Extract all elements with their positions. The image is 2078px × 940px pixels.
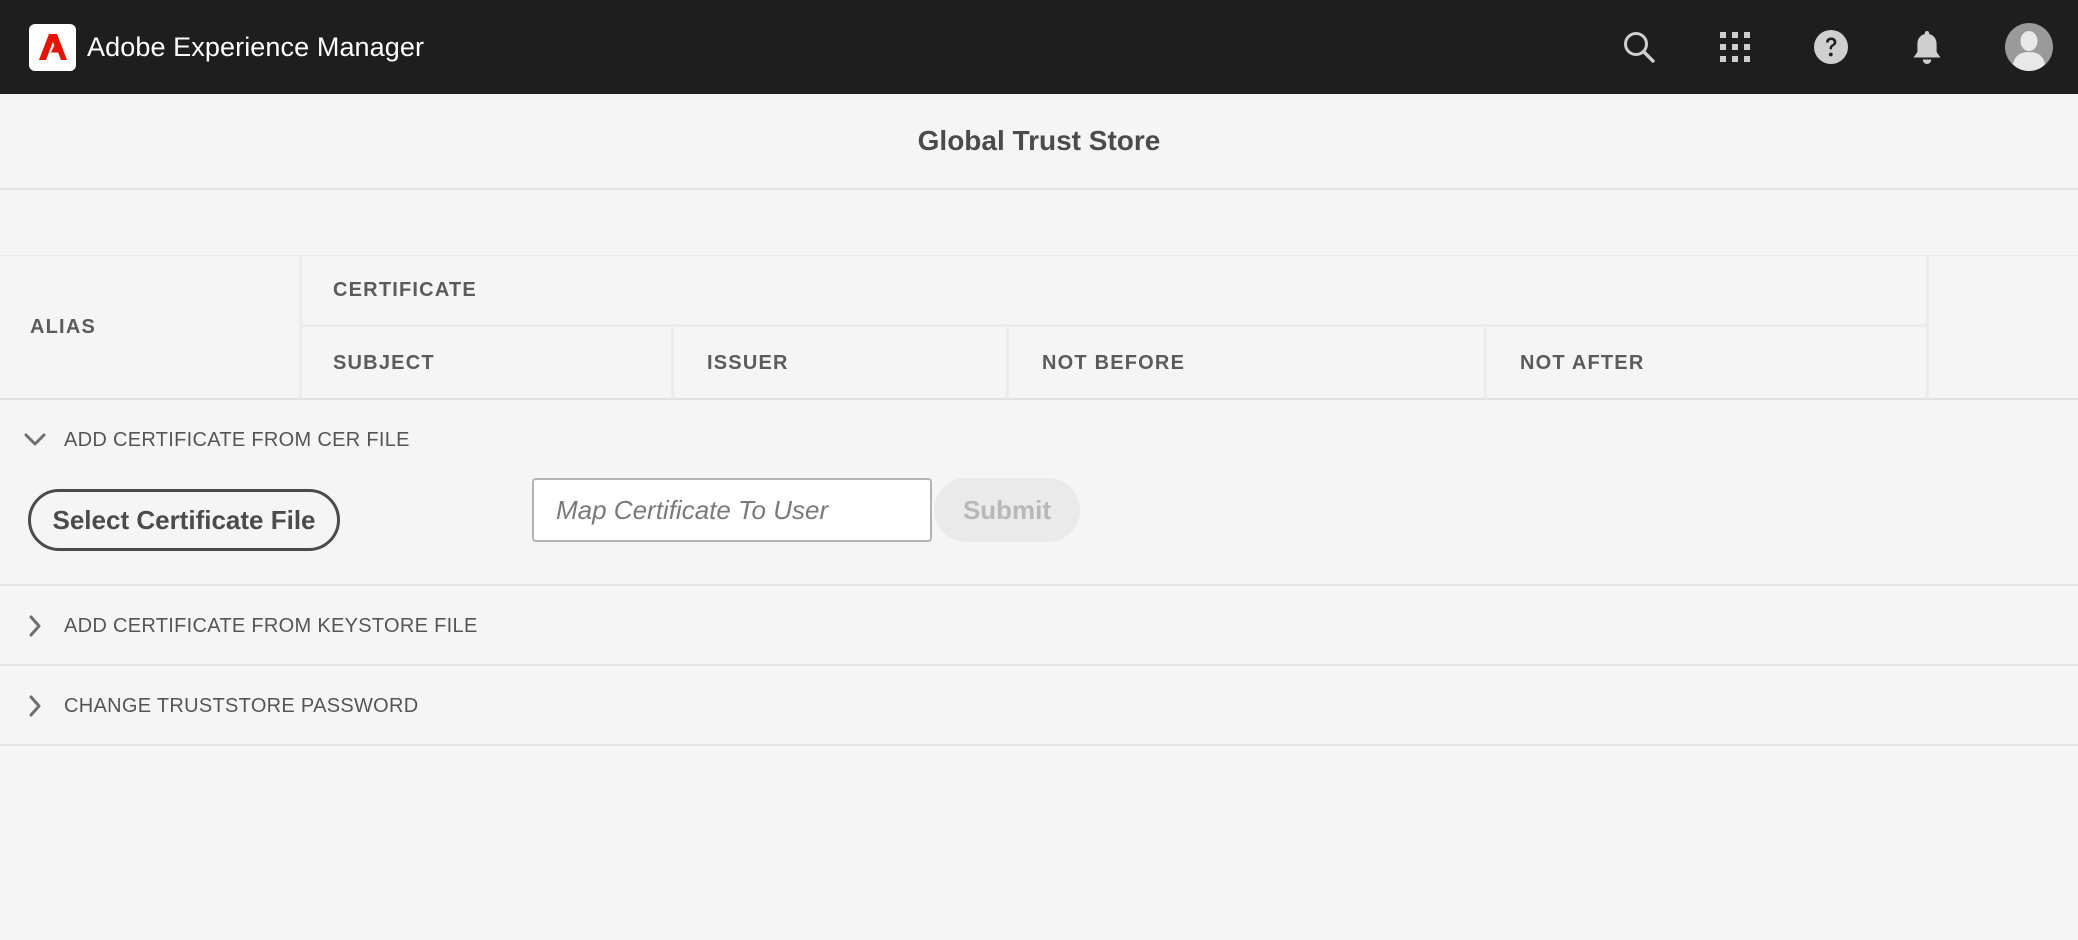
- column-divider: [1926, 256, 1929, 399]
- accordion-header-change-password[interactable]: CHANGE TRUSTSTORE PASSWORD: [0, 666, 2078, 746]
- chevron-right-icon: [24, 695, 46, 717]
- submit-button[interactable]: Submit: [934, 478, 1080, 542]
- column-divider: [1006, 327, 1009, 399]
- help-icon[interactable]: [1807, 23, 1855, 71]
- accordion-keystore-file: ADD CERTIFICATE FROM KEYSTORE FILE: [0, 586, 2078, 666]
- accordion-label: ADD CERTIFICATE FROM KEYSTORE FILE: [64, 614, 478, 637]
- column-header-alias[interactable]: ALIAS: [30, 256, 96, 399]
- column-divider: [299, 256, 302, 399]
- column-header-issuer[interactable]: ISSUER: [707, 327, 789, 399]
- column-header-subject[interactable]: SUBJECT: [333, 327, 435, 399]
- column-header-certificate: CERTIFICATE: [333, 278, 477, 301]
- chevron-down-icon: [24, 429, 46, 451]
- page-title: Global Trust Store: [917, 125, 1161, 156]
- adobe-logo-icon: [29, 23, 76, 71]
- app-shell: Adobe Experience Manager Global Trust St…: [0, 0, 2078, 940]
- column-header-not-before[interactable]: NOT BEFORE: [1042, 327, 1185, 399]
- column-divider: [671, 327, 674, 399]
- chevron-right-icon: [24, 615, 46, 637]
- avatar[interactable]: [2004, 22, 2054, 72]
- app-name: Adobe Experience Manager: [87, 31, 425, 62]
- apps-grid-icon[interactable]: [1711, 23, 1759, 71]
- column-divider: [1484, 327, 1487, 399]
- bell-icon[interactable]: [1903, 23, 1951, 71]
- certificate-table-header: ALIAS CERTIFICATE SUBJECT ISSUER NOT BEF…: [0, 255, 2078, 400]
- brand[interactable]: Adobe Experience Manager: [29, 23, 425, 71]
- accordion-header-cer-file[interactable]: ADD CERTIFICATE FROM CER FILE: [0, 400, 2078, 480]
- accordion-header-keystore-file[interactable]: ADD CERTIFICATE FROM KEYSTORE FILE: [0, 586, 2078, 666]
- accordion-change-password: CHANGE TRUSTSTORE PASSWORD: [0, 666, 2078, 746]
- select-certificate-file-button[interactable]: Select Certificate File: [28, 489, 340, 551]
- accordion-label: ADD CERTIFICATE FROM CER FILE: [64, 428, 410, 451]
- column-header-not-after[interactable]: NOT AFTER: [1520, 327, 1645, 399]
- map-certificate-to-user-input[interactable]: [532, 478, 932, 542]
- title-bar: Global Trust Store: [0, 94, 2078, 190]
- search-icon[interactable]: [1615, 23, 1663, 71]
- global-header: Adobe Experience Manager: [0, 0, 2078, 94]
- accordion-label: CHANGE TRUSTSTORE PASSWORD: [64, 694, 419, 717]
